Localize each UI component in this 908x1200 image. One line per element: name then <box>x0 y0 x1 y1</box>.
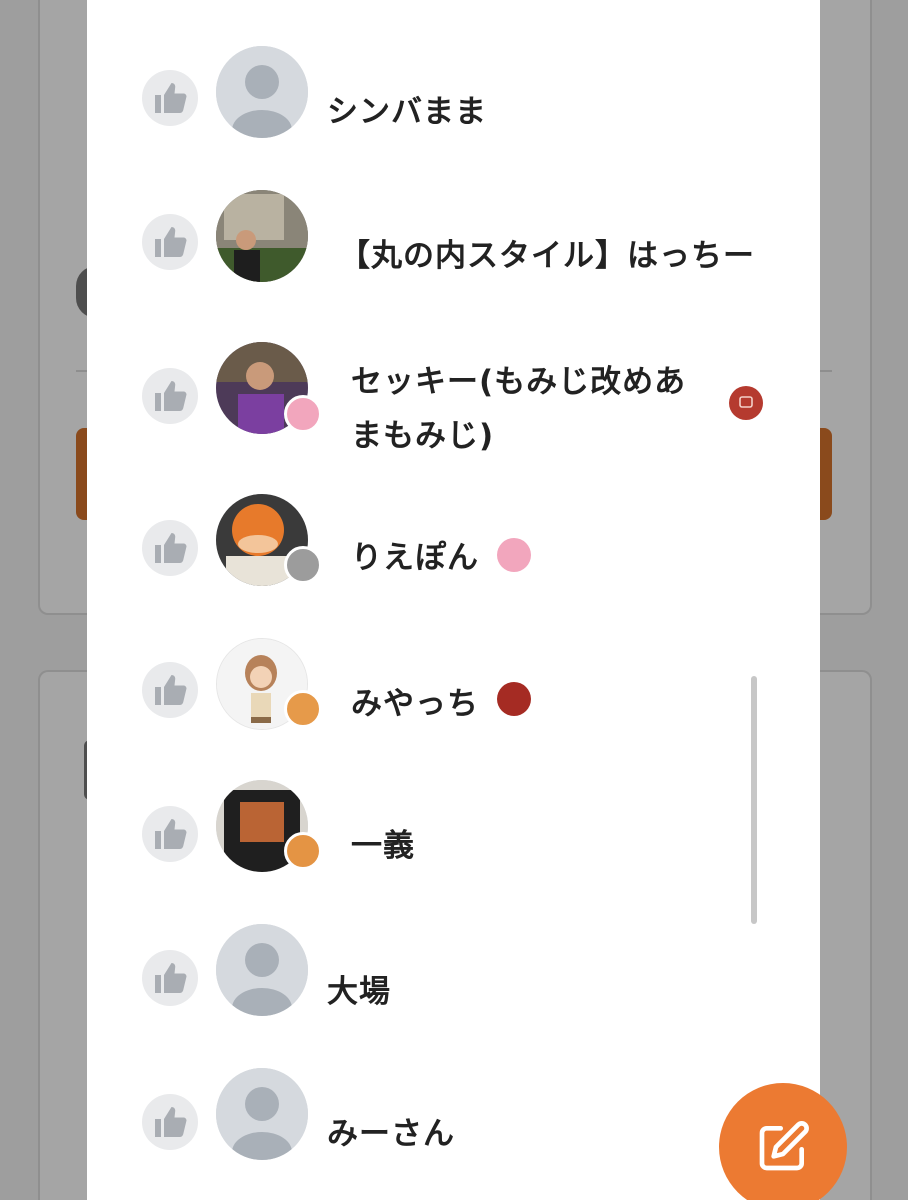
default-avatar[interactable] <box>216 924 308 1016</box>
liker-name[interactable]: 大場 <box>327 966 391 1011</box>
orange-food-badge-icon <box>284 832 322 870</box>
liker-row[interactable]: みーさん <box>87 1054 820 1194</box>
liker-name[interactable]: りえぽん <box>351 532 479 577</box>
bg-button-right <box>820 428 832 520</box>
liker-row[interactable]: シンバまま <box>87 22 820 162</box>
default-avatar[interactable] <box>216 1068 308 1160</box>
thumbs-up-icon[interactable] <box>142 1094 198 1150</box>
photo-avatar[interactable] <box>216 190 308 282</box>
silver-elite-badge-icon <box>284 546 322 584</box>
pink-badge-icon <box>497 538 531 572</box>
liker-row[interactable]: 【丸の内スタイル】はっちー <box>87 166 820 306</box>
default-avatar[interactable] <box>216 46 308 138</box>
liker-name[interactable]: みやっち <box>351 678 479 723</box>
orange-master-badge-icon <box>284 690 322 728</box>
thumbs-up-icon[interactable] <box>142 520 198 576</box>
pink-rank-badge-icon <box>284 395 322 433</box>
liker-name[interactable]: シンバまま <box>327 86 487 131</box>
thumbs-up-icon[interactable] <box>142 368 198 424</box>
bg-card-left-2 <box>38 670 88 1200</box>
thumbs-up-icon[interactable] <box>142 214 198 270</box>
liker-row[interactable]: セッキー(もみじ改めあ まもみじ) <box>87 318 820 488</box>
liker-name-line1[interactable]: セッキー(もみじ改めあ <box>351 356 686 401</box>
bg-divider <box>820 370 832 372</box>
red-review-badge-icon <box>729 386 763 420</box>
liker-name[interactable]: 【丸の内スタイル】はっちー <box>339 230 755 275</box>
thumbs-up-icon[interactable] <box>142 806 198 862</box>
red-like-badge-icon <box>497 682 531 716</box>
liker-name[interactable]: みーさん <box>327 1108 455 1153</box>
liker-name[interactable]: 一義 <box>351 820 415 865</box>
thumbs-up-icon[interactable] <box>142 70 198 126</box>
thumbs-up-icon[interactable] <box>142 950 198 1006</box>
edit-icon <box>759 1121 809 1171</box>
liker-row[interactable]: みやっち <box>87 626 820 766</box>
likers-sheet: シンバまま 【丸の内スタイル】はっちー セッキー(もみじ改めあ まもみじ) りえ… <box>87 0 820 1200</box>
thumbs-up-icon[interactable] <box>142 662 198 718</box>
liker-name-line2[interactable]: まもみじ) <box>351 410 494 455</box>
compose-button[interactable] <box>719 1083 847 1200</box>
liker-row[interactable]: 大場 <box>87 910 820 1050</box>
scrollbar[interactable] <box>751 676 757 924</box>
liker-row[interactable]: りえぽん <box>87 482 820 622</box>
liker-row[interactable]: 一義 <box>87 768 820 908</box>
bg-card-right <box>820 0 872 615</box>
